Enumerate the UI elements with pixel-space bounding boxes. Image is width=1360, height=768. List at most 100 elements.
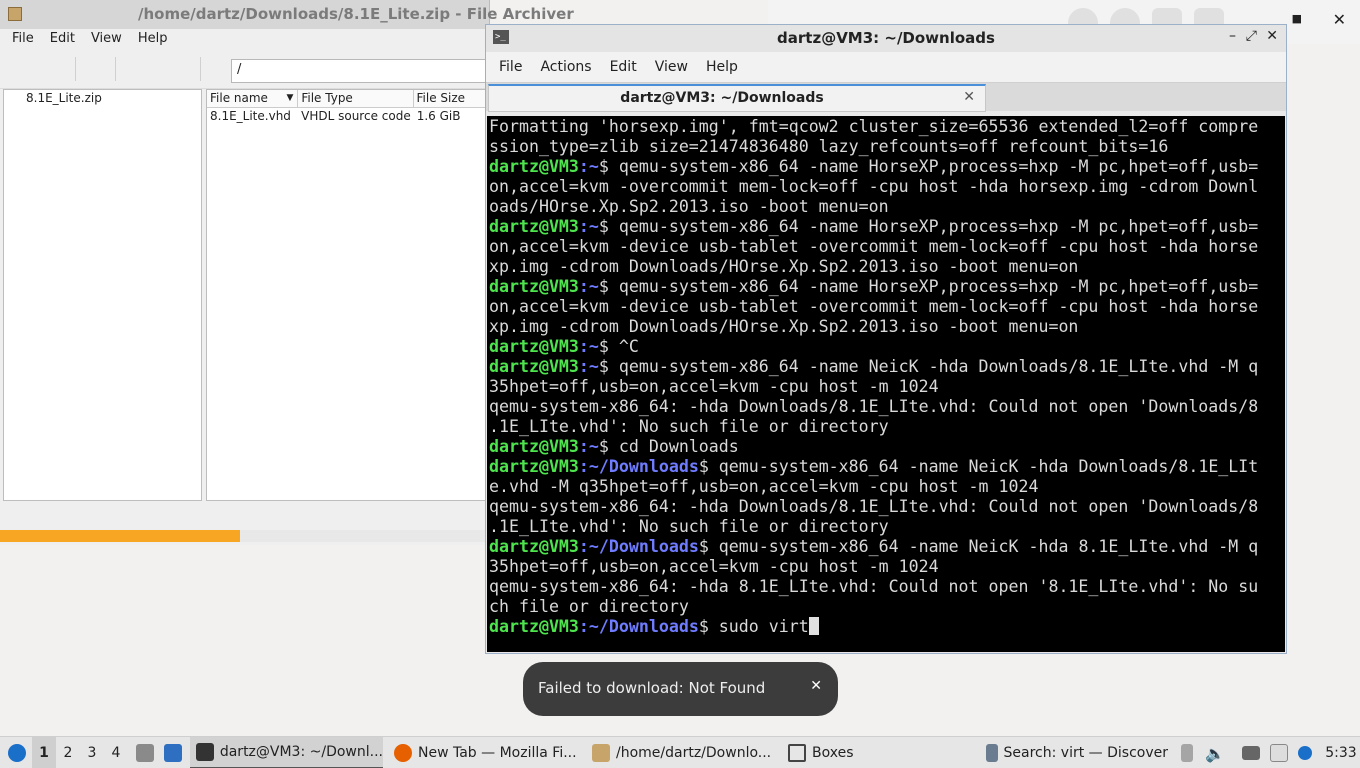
workspace-4[interactable]: 4 (104, 737, 128, 768)
terminal-line: 35hpet=off,usb=on,accel=kvm -cpu host -m… (489, 377, 1283, 397)
workspace-2[interactable]: 2 (56, 737, 80, 768)
notification-message: Failed to download: Not Found (538, 679, 766, 697)
task-label: Boxes (812, 745, 854, 761)
line-text: xp.img -cdrom Downloads/HOrse.Xp.Sp2.201… (489, 257, 1079, 276)
line-text: oads/HOrse.Xp.Sp2.2013.iso -boot menu=on (489, 197, 889, 216)
line-text: $ sudo virt (698, 617, 809, 636)
column-header-type[interactable]: File Type (298, 90, 414, 107)
file-manager-launcher[interactable] (134, 737, 156, 768)
task-discover[interactable]: Search: virt — Discover (980, 737, 1168, 768)
line-text: $ qemu-system-x86_64 -name HorseXP,proce… (598, 277, 1259, 296)
tray-item[interactable] (1268, 737, 1290, 768)
menu-view[interactable]: View (646, 59, 697, 75)
volume-button[interactable]: 🔈 (1204, 737, 1226, 768)
file-archiver-menubar: File Edit View Help (0, 29, 489, 51)
close-tab-icon[interactable]: ✕ (963, 89, 975, 105)
terminal-line: ssion_type=zlib size=21474836480 lazy_re… (489, 137, 1283, 157)
line-text: on,accel=kvm -overcommit mem-lock=off -c… (489, 177, 1259, 196)
column-header-size[interactable]: File Size (414, 90, 489, 107)
terminal-line: Formatting 'horsexp.img', fmt=qcow2 clus… (489, 117, 1283, 137)
prompt-path: :~/Downloads (578, 617, 699, 636)
terminal-line: .1E_LIte.vhd': No such file or directory (489, 417, 1283, 437)
bg-close-icon[interactable]: ✕ (1333, 10, 1346, 29)
boxes-icon (788, 744, 806, 762)
table-row[interactable]: 8.1E_Lite.vhd VHDL source code 1.6 GiB (207, 108, 489, 126)
file-archiver-title: /home/dartz/Downloads/8.1E_Lite.zip - Fi… (138, 5, 574, 23)
menu-help[interactable]: Help (697, 59, 747, 75)
show-desktop-icon (164, 744, 182, 762)
terminal-tab[interactable]: dartz@VM3: ~/Downloads ✕ (488, 84, 986, 112)
desktop-launcher[interactable] (162, 737, 184, 768)
prompt-path: :~ (578, 337, 599, 356)
task-archiver[interactable]: /home/dartz/Downlo... (586, 737, 780, 768)
line-text: .1E_LIte.vhd': No such file or directory (489, 517, 889, 536)
menu-actions[interactable]: Actions (531, 59, 600, 75)
close-icon[interactable]: ✕ (1266, 28, 1278, 44)
menu-edit[interactable]: Edit (42, 29, 83, 51)
line-text: $ qemu-system-x86_64 -name NeicK -hda Do… (698, 457, 1259, 476)
task-terminal[interactable]: dartz@VM3: ~/Downl... (190, 737, 383, 768)
terminal-line: 35hpet=off,usb=on,accel=kvm -cpu host -m… (489, 557, 1283, 577)
line-text: qemu-system-x86_64: -hda 8.1E_LIte.vhd: … (489, 577, 1259, 596)
menu-view[interactable]: View (83, 29, 130, 51)
tray-item[interactable] (1178, 737, 1196, 768)
tree-item-archive[interactable]: 8.1E_Lite.zip (26, 91, 102, 105)
close-icon[interactable]: ✕ (810, 678, 822, 694)
file-list: File name ▼ File Type File Size 8.1E_Lit… (206, 89, 490, 501)
app-menu-button[interactable] (4, 737, 30, 768)
task-firefox[interactable]: New Tab — Mozilla Fi... (388, 737, 584, 768)
minimize-icon[interactable]: – (1229, 28, 1236, 44)
file-archiver-toolbar: / (0, 51, 491, 89)
line-text: $ qemu-system-x86_64 -name NeicK -hda Do… (598, 357, 1259, 376)
file-list-header: File name ▼ File Type File Size (207, 90, 489, 108)
task-label: Search: virt — Discover (1003, 745, 1168, 761)
bg-maximize-icon[interactable]: ■ (1292, 12, 1302, 25)
menu-help[interactable]: Help (130, 29, 176, 51)
terminal-line: qemu-system-x86_64: -hda Downloads/8.1E_… (489, 497, 1283, 517)
terminal-line: on,accel=kvm -device usb-tablet -overcom… (489, 297, 1283, 317)
column-header-name[interactable]: File name ▼ (207, 90, 299, 107)
sort-down-icon: ▼ (286, 93, 294, 103)
line-text: ssion_type=zlib size=21474836480 lazy_re… (489, 137, 1169, 156)
terminal-titlebar: >_ dartz@VM3: ~/Downloads – ⤢ ✕ (486, 25, 1286, 52)
menu-file[interactable]: File (4, 29, 42, 51)
toolbar-separator (75, 57, 76, 81)
bluetooth-icon (1298, 746, 1312, 760)
workspace-1[interactable]: 1 (32, 737, 56, 768)
line-text: $ qemu-system-x86_64 -name HorseXP,proce… (598, 217, 1259, 236)
task-boxes[interactable]: Boxes (782, 737, 856, 768)
text-cursor (808, 617, 819, 635)
terminal-line: dartz@VM3:~$ qemu-system-x86_64 -name Ne… (489, 357, 1283, 377)
toolbar-separator (200, 57, 201, 81)
archive-icon (8, 7, 22, 21)
terminal-title: dartz@VM3: ~/Downloads (777, 29, 995, 47)
maximize-icon[interactable]: ⤢ (1246, 28, 1257, 44)
line-text: .1E_LIte.vhd': No such file or directory (489, 417, 889, 436)
terminal-line: e.vhd -M q35hpet=off,usb=on,accel=kvm -c… (489, 477, 1283, 497)
clipboard-icon (1270, 744, 1288, 762)
menu-edit[interactable]: Edit (601, 59, 646, 75)
terminal-line: oads/HOrse.Xp.Sp2.2013.iso -boot menu=on (489, 197, 1283, 217)
terminal-line: xp.img -cdrom Downloads/HOrse.Xp.Sp2.201… (489, 257, 1283, 277)
terminal-tabbar: dartz@VM3: ~/Downloads ✕ (486, 82, 1286, 112)
tray-item[interactable] (1294, 737, 1316, 768)
prompt-path: :~ (578, 217, 599, 236)
terminal-line: dartz@VM3:~$ qemu-system-x86_64 -name Ho… (489, 277, 1283, 297)
line-text: $ ^C (598, 337, 639, 356)
line-text: on,accel=kvm -device usb-tablet -overcom… (489, 297, 1259, 316)
terminal-line: xp.img -cdrom Downloads/HOrse.Xp.Sp2.201… (489, 317, 1283, 337)
notification-toast: Failed to download: Not Found ✕ (523, 662, 838, 716)
terminal-line: dartz@VM3:~$ qemu-system-x86_64 -name Ho… (489, 217, 1283, 237)
terminal-output[interactable]: Formatting 'horsexp.img', fmt=qcow2 clus… (487, 116, 1285, 652)
file-type-cell: VHDL source code (301, 109, 411, 123)
prompt-user: dartz@VM3 (489, 157, 579, 176)
prompt-path: :~ (578, 437, 599, 456)
menu-file[interactable]: File (490, 59, 531, 75)
tray-item[interactable] (1240, 737, 1262, 768)
workspace-3[interactable]: 3 (80, 737, 104, 768)
clock[interactable]: 5:33 (1322, 737, 1360, 768)
location-input[interactable]: / (231, 59, 491, 83)
line-text: $ qemu-system-x86_64 -name HorseXP,proce… (598, 157, 1259, 176)
terminal-icon (196, 743, 214, 761)
terminal-line: .1E_LIte.vhd': No such file or directory (489, 517, 1283, 537)
